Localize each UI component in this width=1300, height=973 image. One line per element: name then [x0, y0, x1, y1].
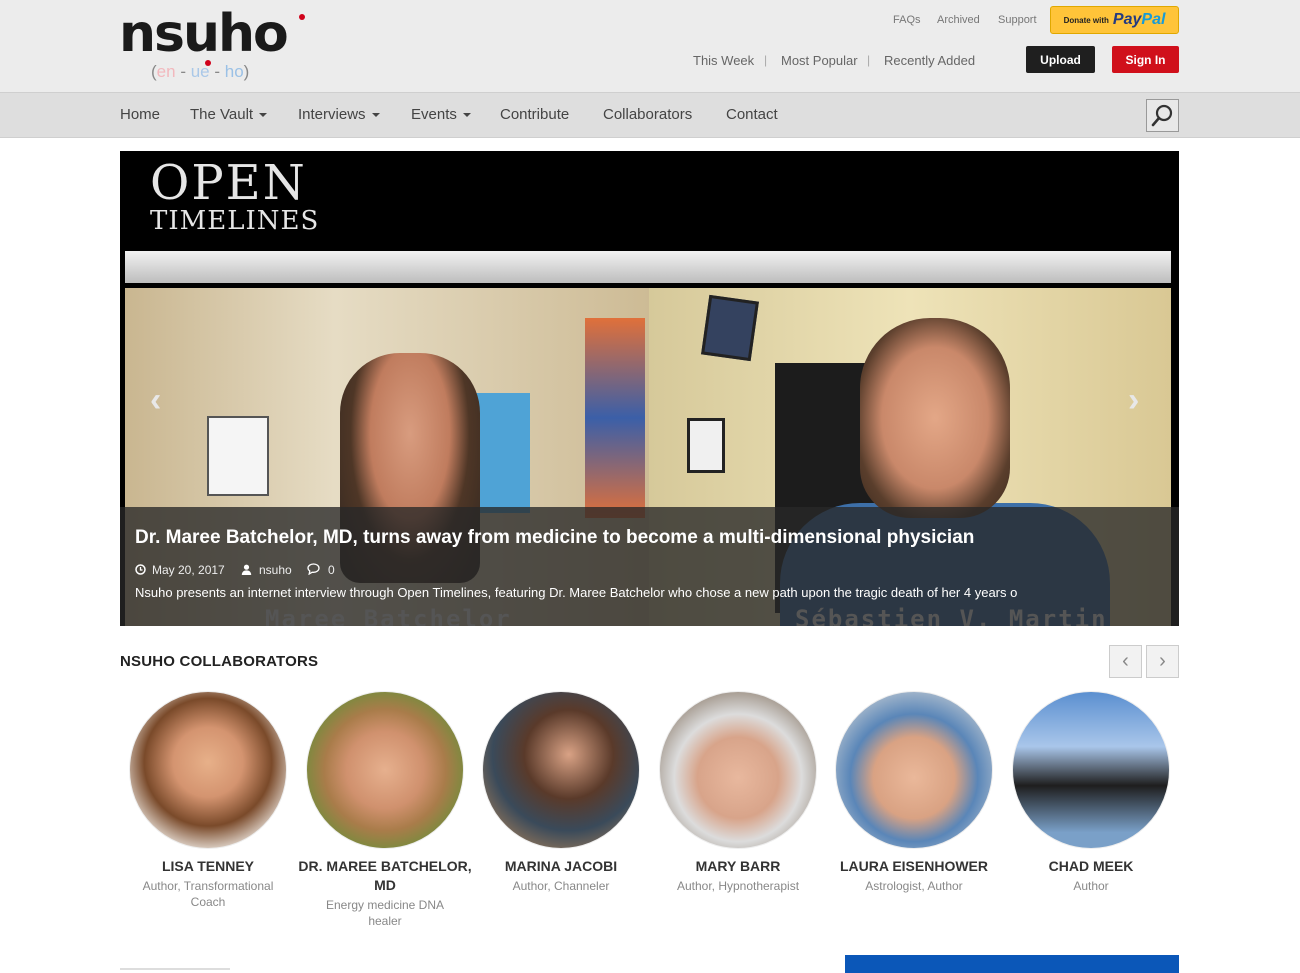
collaborator-card[interactable]: LAURA EISENHOWER Astrologist, Author	[826, 691, 1002, 894]
comment-icon	[307, 563, 320, 576]
collaborator-role: Energy medicine DNA healer	[325, 898, 445, 928]
avatar	[482, 691, 640, 849]
open-timelines-logo: OPEN TIMELINES	[150, 155, 320, 236]
post-comments[interactable]: 0	[307, 563, 335, 577]
wall-picture	[207, 416, 269, 496]
collaborator-name: LISA TENNEY	[161, 858, 255, 874]
user-icon	[241, 564, 252, 575]
avatar	[659, 691, 817, 849]
wall-picture	[701, 294, 759, 362]
site-header: nsuho (en - ue - ho) FAQs Archived Suppo…	[0, 0, 1300, 92]
chevron-right-icon: ›	[1159, 650, 1166, 672]
avatar	[306, 691, 464, 849]
slider-next-arrow-icon[interactable]: ›	[1128, 381, 1139, 420]
collaborator-name: MARINA JACOBI	[504, 858, 618, 874]
section-divider	[120, 968, 230, 970]
nav-home[interactable]: Home	[120, 106, 160, 123]
interviewer-figure	[860, 318, 1010, 518]
collaborator-role: Author, Hypnotherapist	[676, 879, 800, 893]
collaborator-name: DR. MAREE BATCHELOR, MD	[298, 858, 472, 893]
collaborators-heading: NSUHO COLLABORATORS	[120, 653, 319, 670]
video-name-overlay: Sébastien V. Martin	[795, 605, 1108, 626]
slide-caption: Maree Batchelor Sébastien V. Martin Dr. …	[120, 507, 1179, 626]
recently-added-link[interactable]: Recently Added	[884, 53, 975, 68]
most-popular-link[interactable]: Most Popular	[781, 53, 858, 68]
archived-link[interactable]: Archived	[937, 14, 980, 26]
avatar	[129, 691, 287, 849]
chevron-down-icon	[462, 113, 471, 118]
nav-collaborators[interactable]: Collaborators	[603, 106, 692, 123]
collaborator-role: Author, Channeler	[512, 879, 610, 893]
nav-interviews[interactable]: Interviews	[298, 106, 380, 123]
collaborator-name: LAURA EISENHOWER	[839, 858, 989, 874]
collaborator-role: Author	[1073, 879, 1109, 893]
slider-prev-arrow-icon[interactable]: ‹	[150, 381, 161, 420]
collaborator-card[interactable]: MARINA JACOBI Author, Channeler	[473, 691, 649, 894]
sidebar-widget	[845, 955, 1179, 973]
this-week-link[interactable]: This Week	[693, 53, 754, 68]
collaborator-card[interactable]: LISA TENNEY Author, Transformational Coa…	[120, 691, 296, 910]
upload-button[interactable]: Upload	[1026, 46, 1095, 73]
link-separator: |	[867, 53, 871, 67]
video-name-overlay: Maree Batchelor	[265, 605, 512, 626]
chevron-down-icon	[371, 113, 380, 118]
nav-contact[interactable]: Contact	[726, 106, 778, 123]
wall-artwork	[585, 318, 645, 518]
chevron-down-icon	[259, 113, 268, 118]
paypal-donate-button[interactable]: Donate with PayPal	[1050, 6, 1179, 34]
collaborator-name: MARY BARR	[695, 858, 781, 874]
collaborator-role: Author, Transformational Coach	[142, 879, 274, 909]
chevron-left-icon: ‹	[1122, 650, 1129, 672]
collaborator-card[interactable]: CHAD MEEK Author	[1003, 691, 1179, 894]
nav-contribute[interactable]: Contribute	[500, 106, 569, 123]
logo-red-dot	[299, 14, 305, 20]
site-logo[interactable]: nsuho (en - ue - ho)	[119, 6, 319, 88]
post-author[interactable]: nsuho	[241, 563, 292, 577]
support-link[interactable]: Support	[998, 14, 1037, 26]
featured-slider[interactable]: OPEN TIMELINES ‹ › Maree Batchelor Sébas…	[120, 151, 1179, 626]
carousel-prev-button[interactable]: ‹	[1109, 645, 1142, 678]
search-icon	[1151, 104, 1173, 127]
carousel-next-button[interactable]: ›	[1146, 645, 1179, 678]
avatar	[835, 691, 993, 849]
faqs-link[interactable]: FAQs	[893, 14, 921, 26]
slide-title[interactable]: Dr. Maree Batchelor, MD, turns away from…	[135, 527, 974, 549]
logo-wordmark: nsuho	[119, 4, 289, 64]
wall-picture	[687, 418, 725, 473]
nav-the-vault[interactable]: The Vault	[190, 106, 268, 123]
collaborator-card[interactable]: DR. MAREE BATCHELOR, MD Energy medicine …	[297, 691, 473, 929]
clock-icon	[135, 564, 146, 575]
collaborator-card[interactable]: MARY BARR Author, Hypnotherapist	[650, 691, 826, 894]
collaborator-role: Astrologist, Author	[865, 879, 963, 893]
nav-events[interactable]: Events	[411, 106, 471, 123]
link-separator: |	[764, 53, 768, 67]
sign-in-button[interactable]: Sign In	[1112, 46, 1179, 73]
avatar	[1012, 691, 1170, 849]
main-nav: Home The Vault Interviews Events Contrib…	[0, 92, 1300, 138]
collaborator-name: CHAD MEEK	[1048, 858, 1134, 874]
logo-pronunciation: (en - ue - ho)	[151, 62, 250, 81]
video-toolbar-strip	[125, 251, 1171, 283]
search-button[interactable]	[1146, 99, 1179, 132]
slide-excerpt: Nsuho presents an internet interview thr…	[135, 585, 1018, 600]
post-date: May 20, 2017	[135, 563, 225, 577]
